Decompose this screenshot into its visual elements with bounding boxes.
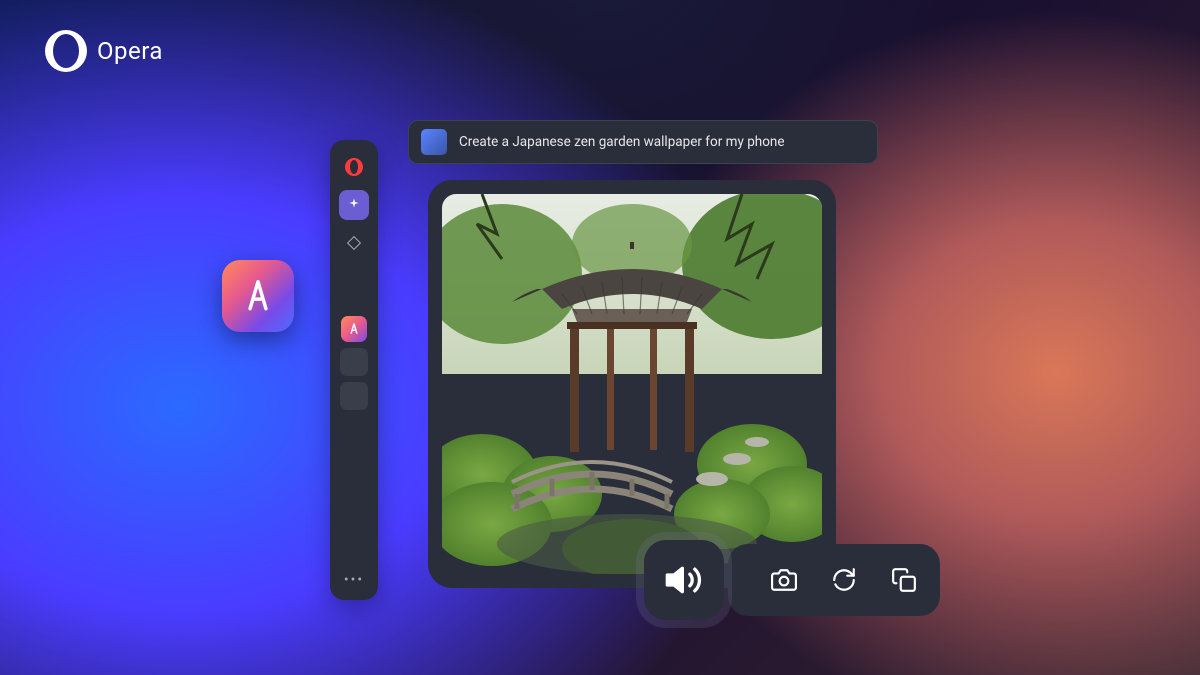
copy-button[interactable] xyxy=(888,564,920,596)
diamond-icon xyxy=(347,236,361,250)
aria-glyph-icon xyxy=(239,277,277,315)
prompt-input-bar[interactable]: Create a Japanese zen garden wallpaper f… xyxy=(408,120,878,164)
copy-icon xyxy=(891,567,917,593)
sidebar-more-button[interactable]: ••• xyxy=(344,572,364,588)
generated-image[interactable] xyxy=(442,194,822,574)
sidebar-tab-2[interactable] xyxy=(340,382,368,410)
sidebar-item-diamond[interactable] xyxy=(339,228,369,258)
speak-button[interactable] xyxy=(644,540,724,620)
aria-app-icon[interactable] xyxy=(222,260,294,332)
opera-o-icon xyxy=(45,30,87,72)
camera-icon xyxy=(771,567,797,593)
prompt-text: Create a Japanese zen garden wallpaper f… xyxy=(459,134,785,150)
sidebar-tab-1[interactable] xyxy=(340,348,368,376)
browser-sidebar: ••• xyxy=(330,140,378,600)
opera-logo: Opera xyxy=(45,30,163,72)
generated-image-frame xyxy=(428,180,836,588)
refresh-icon xyxy=(831,567,857,593)
sidebar-item-opera[interactable] xyxy=(339,152,369,182)
speaker-icon xyxy=(664,560,704,600)
sparkle-icon xyxy=(346,197,362,213)
refresh-button[interactable] xyxy=(828,564,860,596)
sidebar-item-ai[interactable] xyxy=(339,190,369,220)
sidebar-item-aria[interactable] xyxy=(341,316,367,342)
prompt-thumbnail-icon xyxy=(421,129,447,155)
image-actions-toolbar xyxy=(728,544,940,616)
camera-button[interactable] xyxy=(768,564,800,596)
aria-icon xyxy=(347,322,361,336)
brand-name: Opera xyxy=(97,37,163,65)
opera-icon xyxy=(345,158,363,176)
